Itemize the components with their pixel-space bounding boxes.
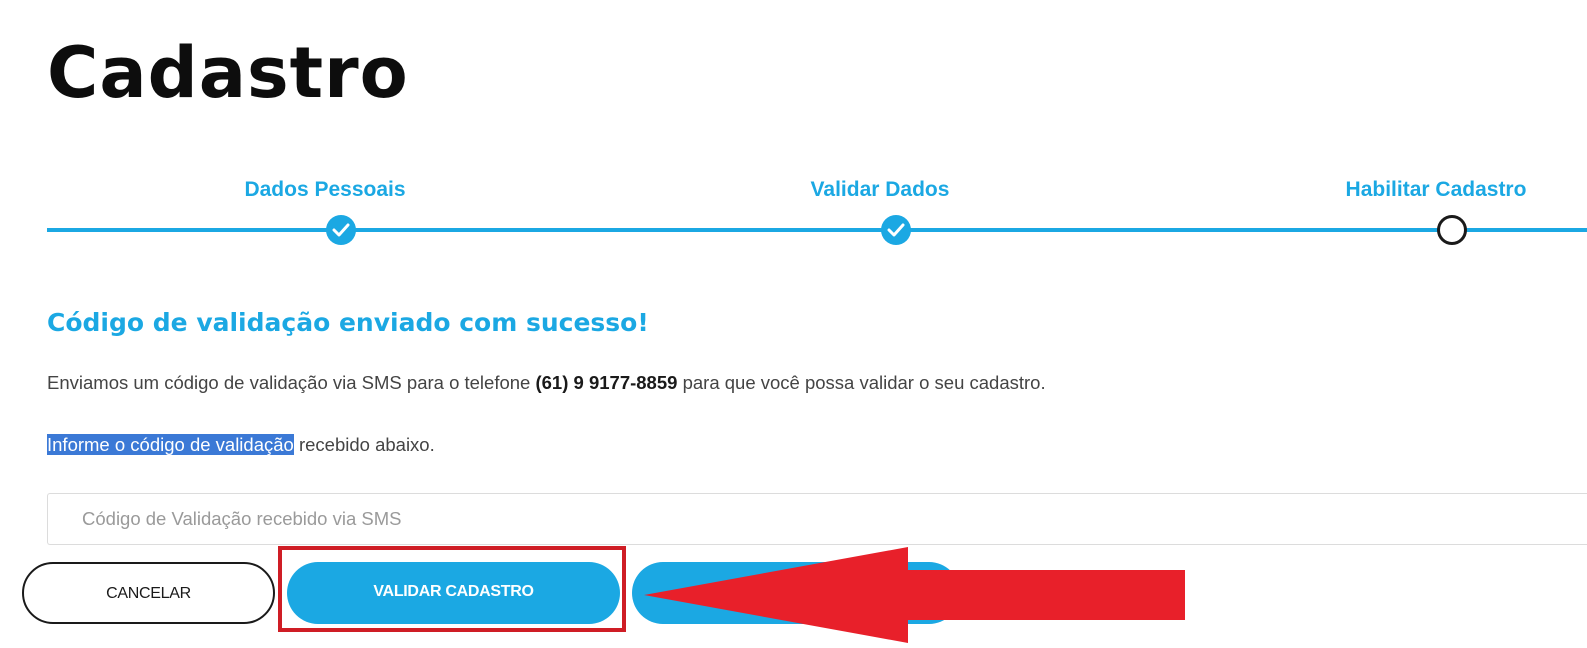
success-heading: Código de validação enviado com sucesso! [47, 308, 649, 337]
validate-button[interactable]: VALIDAR CADASTRO [287, 562, 620, 624]
step-label-dados-pessoais: Dados Pessoais [244, 178, 406, 201]
step-label-validar-dados: Validar Dados [810, 178, 950, 201]
selected-text: Informe o código de validação [47, 434, 294, 455]
sms-message-before: Enviamos um código de validação via SMS … [47, 372, 536, 393]
sms-sent-message: Enviamos um código de validação via SMS … [47, 372, 1046, 394]
step-pending-circle-icon [1437, 215, 1467, 245]
instruction-text: Informe o código de validação recebido a… [47, 434, 435, 456]
step-label-habilitar-cadastro: Habilitar Cadastro [1345, 178, 1527, 201]
progress-stepper: Dados Pessoais Validar Dados Habilitar C… [0, 170, 1587, 280]
step-check-icon [881, 215, 911, 245]
secondary-action-button[interactable] [632, 562, 960, 624]
sms-message-after: para que você possa validar o seu cadast… [677, 372, 1046, 393]
step-check-icon [326, 215, 356, 245]
phone-number: (61) 9 9177-8859 [535, 372, 678, 393]
page-title: Cadastro [47, 32, 409, 114]
validation-code-input[interactable] [47, 493, 1587, 545]
stepper-track [47, 228, 1587, 232]
cancel-button[interactable]: CANCELAR [22, 562, 275, 624]
instruction-rest: recebido abaixo. [293, 434, 435, 455]
